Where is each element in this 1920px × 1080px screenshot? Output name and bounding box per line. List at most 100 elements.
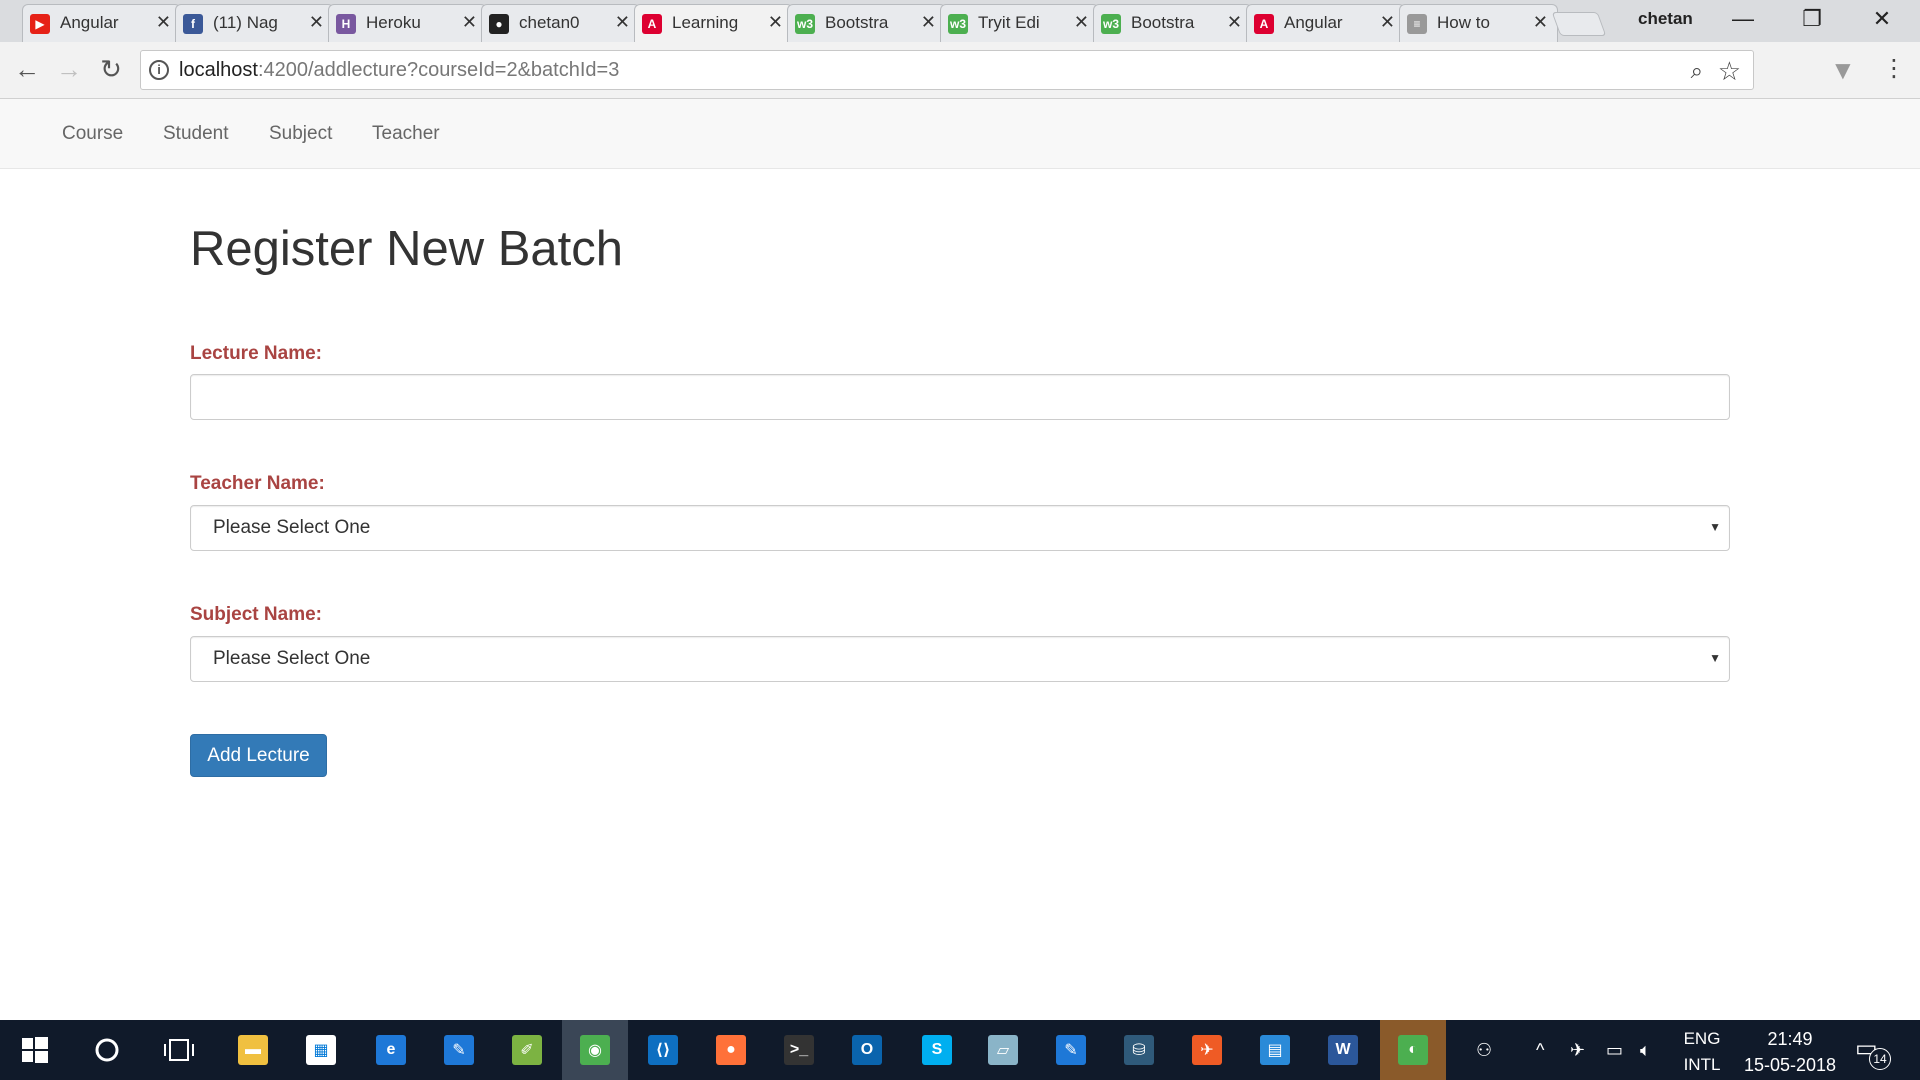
info-icon[interactable]: i <box>149 60 169 80</box>
terminal-icon[interactable]: >_ <box>766 1020 832 1080</box>
subject-name-label: Subject Name: <box>190 604 322 625</box>
close-tab-icon[interactable]: ✕ <box>1533 13 1548 31</box>
subject-name-select[interactable]: Please Select One ▼ <box>190 636 1730 682</box>
browser-tab[interactable]: w3 Bootstra ✕ <box>1093 4 1252 42</box>
add-lecture-button[interactable]: Add Lecture <box>190 734 327 777</box>
globe-app-icon[interactable]: ◐ <box>1380 1020 1446 1080</box>
app-glyph: e <box>376 1035 406 1065</box>
tab-title: Tryit Edi <box>978 13 1040 32</box>
notes-icon[interactable]: ▱ <box>970 1020 1036 1080</box>
tab-title: Learning <box>672 13 739 32</box>
app-glyph: >_ <box>784 1035 814 1065</box>
w3schools-icon: w3 <box>948 14 968 34</box>
tab-title: Angular <box>1284 13 1343 32</box>
url-path: :4200/addlecture?courseId=2&batchId=3 <box>257 59 620 81</box>
subject-selected-value: Please Select One <box>213 648 371 669</box>
app-glyph: ✐ <box>512 1035 542 1065</box>
app-glyph: ▱ <box>988 1035 1018 1065</box>
browser-tab[interactable]: ▶ Angular ✕ <box>22 4 181 42</box>
clock-time: 21:49 <box>1767 1029 1813 1049</box>
app-glyph: ◉ <box>580 1035 610 1065</box>
url-text[interactable]: localhost:4200/addlecture?courseId=2&bat… <box>179 59 619 82</box>
restore-icon[interactable]: ❐ <box>1792 6 1832 32</box>
close-tab-icon[interactable]: ✕ <box>921 13 936 31</box>
volume-icon[interactable]: 🔈︎ <box>1640 1020 1651 1080</box>
people-icon[interactable]: ⚇ <box>1476 1020 1492 1080</box>
nav-subject[interactable]: Subject <box>269 123 332 145</box>
browser-menu-icon[interactable]: ⋮ <box>1882 54 1906 83</box>
skype-icon[interactable]: S <box>904 1020 970 1080</box>
mysql-icon[interactable]: ⛁ <box>1106 1020 1172 1080</box>
forward-arrow-icon[interactable]: → <box>52 54 86 85</box>
app-glyph: ▦ <box>306 1035 336 1065</box>
edge-icon[interactable]: e <box>358 1020 424 1080</box>
zoom-icon[interactable]: ⌕ <box>1691 58 1703 84</box>
tab-title: How to <box>1437 13 1490 32</box>
tray-expand-icon[interactable]: ^ <box>1536 1020 1544 1080</box>
tab-title: Heroku <box>366 13 421 32</box>
teacher-name-select[interactable]: Please Select One ▼ <box>190 505 1730 551</box>
back-arrow-icon[interactable]: ← <box>10 54 44 85</box>
teacher-name-label: Teacher Name: <box>190 473 325 494</box>
notification-count-badge: 14 <box>1869 1048 1891 1070</box>
lecture-name-input[interactable] <box>190 374 1730 420</box>
close-tab-icon[interactable]: ✕ <box>1227 13 1242 31</box>
search-circle-icon[interactable] <box>74 1020 140 1080</box>
word-icon[interactable]: W <box>1310 1020 1376 1080</box>
windows-start-icon[interactable] <box>2 1020 68 1080</box>
close-tab-icon[interactable]: ✕ <box>615 13 630 31</box>
notepad-icon[interactable]: ✐ <box>494 1020 560 1080</box>
angular-icon: A <box>642 14 662 34</box>
browser-tab[interactable]: ● chetan0 ✕ <box>481 4 640 42</box>
new-tab-button[interactable] <box>1551 12 1607 36</box>
chrome-icon[interactable]: ◉ <box>562 1020 628 1080</box>
input-language[interactable]: ENG INTL <box>1682 1026 1722 1078</box>
close-window-icon[interactable]: ✕ <box>1862 6 1902 32</box>
close-tab-icon[interactable]: ✕ <box>1380 13 1395 31</box>
facebook-icon: f <box>183 14 203 34</box>
browser-tab[interactable]: H Heroku ✕ <box>328 4 487 42</box>
browser-tab[interactable]: f (11) Nag ✕ <box>175 4 334 42</box>
nav-course[interactable]: Course <box>62 123 123 145</box>
close-tab-icon[interactable]: ✕ <box>768 13 783 31</box>
file-explorer-icon[interactable]: ▬ <box>220 1020 286 1080</box>
nav-student[interactable]: Student <box>163 123 229 145</box>
extension-icon[interactable]: ▼ <box>1830 55 1856 86</box>
heroku-icon: H <box>336 14 356 34</box>
store-icon[interactable]: ▦ <box>288 1020 354 1080</box>
lecture-name-label: Lecture Name: <box>190 343 322 364</box>
browser-tab[interactable]: A Learning ✕ <box>634 4 793 42</box>
firefox-icon[interactable]: ● <box>698 1020 764 1080</box>
browser-tab[interactable]: A Angular ✕ <box>1246 4 1405 42</box>
browser-tab[interactable]: w3 Tryit Edi ✕ <box>940 4 1099 42</box>
reload-icon[interactable]: ↻ <box>94 54 128 85</box>
tool2-icon[interactable]: ✎ <box>1038 1020 1104 1080</box>
settings-panel-icon[interactable]: ▤ <box>1242 1020 1308 1080</box>
close-tab-icon[interactable]: ✕ <box>156 13 171 31</box>
airplane-icon[interactable]: ✈ <box>1570 1020 1585 1080</box>
battery-icon[interactable]: ▭ <box>1606 1020 1623 1080</box>
close-tab-icon[interactable]: ✕ <box>462 13 477 31</box>
postman-icon[interactable]: ✈ <box>1174 1020 1240 1080</box>
minimize-icon[interactable]: — <box>1723 6 1763 32</box>
close-tab-icon[interactable]: ✕ <box>309 13 324 31</box>
bookmark-star-icon[interactable]: ☆ <box>1718 56 1741 87</box>
tab-title: (11) Nag <box>213 13 278 32</box>
browser-tab[interactable]: w3 Bootstra ✕ <box>787 4 946 42</box>
action-center-icon[interactable]: ▭ 14 <box>1855 1034 1891 1070</box>
app-glyph: ✎ <box>444 1035 474 1065</box>
browser-tab[interactable]: ≡ How to ✕ <box>1399 4 1558 42</box>
tab-title: Bootstra <box>825 13 889 32</box>
vscode-icon[interactable]: ⟨⟩ <box>630 1020 696 1080</box>
outlook-icon[interactable]: O <box>834 1020 900 1080</box>
address-bar[interactable]: i localhost:4200/addlecture?courseId=2&b… <box>140 50 1754 90</box>
tool-icon[interactable]: ✎ <box>426 1020 492 1080</box>
nav-teacher[interactable]: Teacher <box>372 123 440 145</box>
system-clock[interactable]: 21:49 15-05-2018 <box>1735 1026 1845 1078</box>
browser-toolbar: ← → ↻ i localhost:4200/addlecture?course… <box>0 42 1920 99</box>
w3schools-icon: w3 <box>795 14 815 34</box>
profile-name[interactable]: chetan <box>1638 9 1693 29</box>
task-view-icon[interactable] <box>146 1020 212 1080</box>
url-host: localhost <box>179 59 258 81</box>
close-tab-icon[interactable]: ✕ <box>1074 13 1089 31</box>
